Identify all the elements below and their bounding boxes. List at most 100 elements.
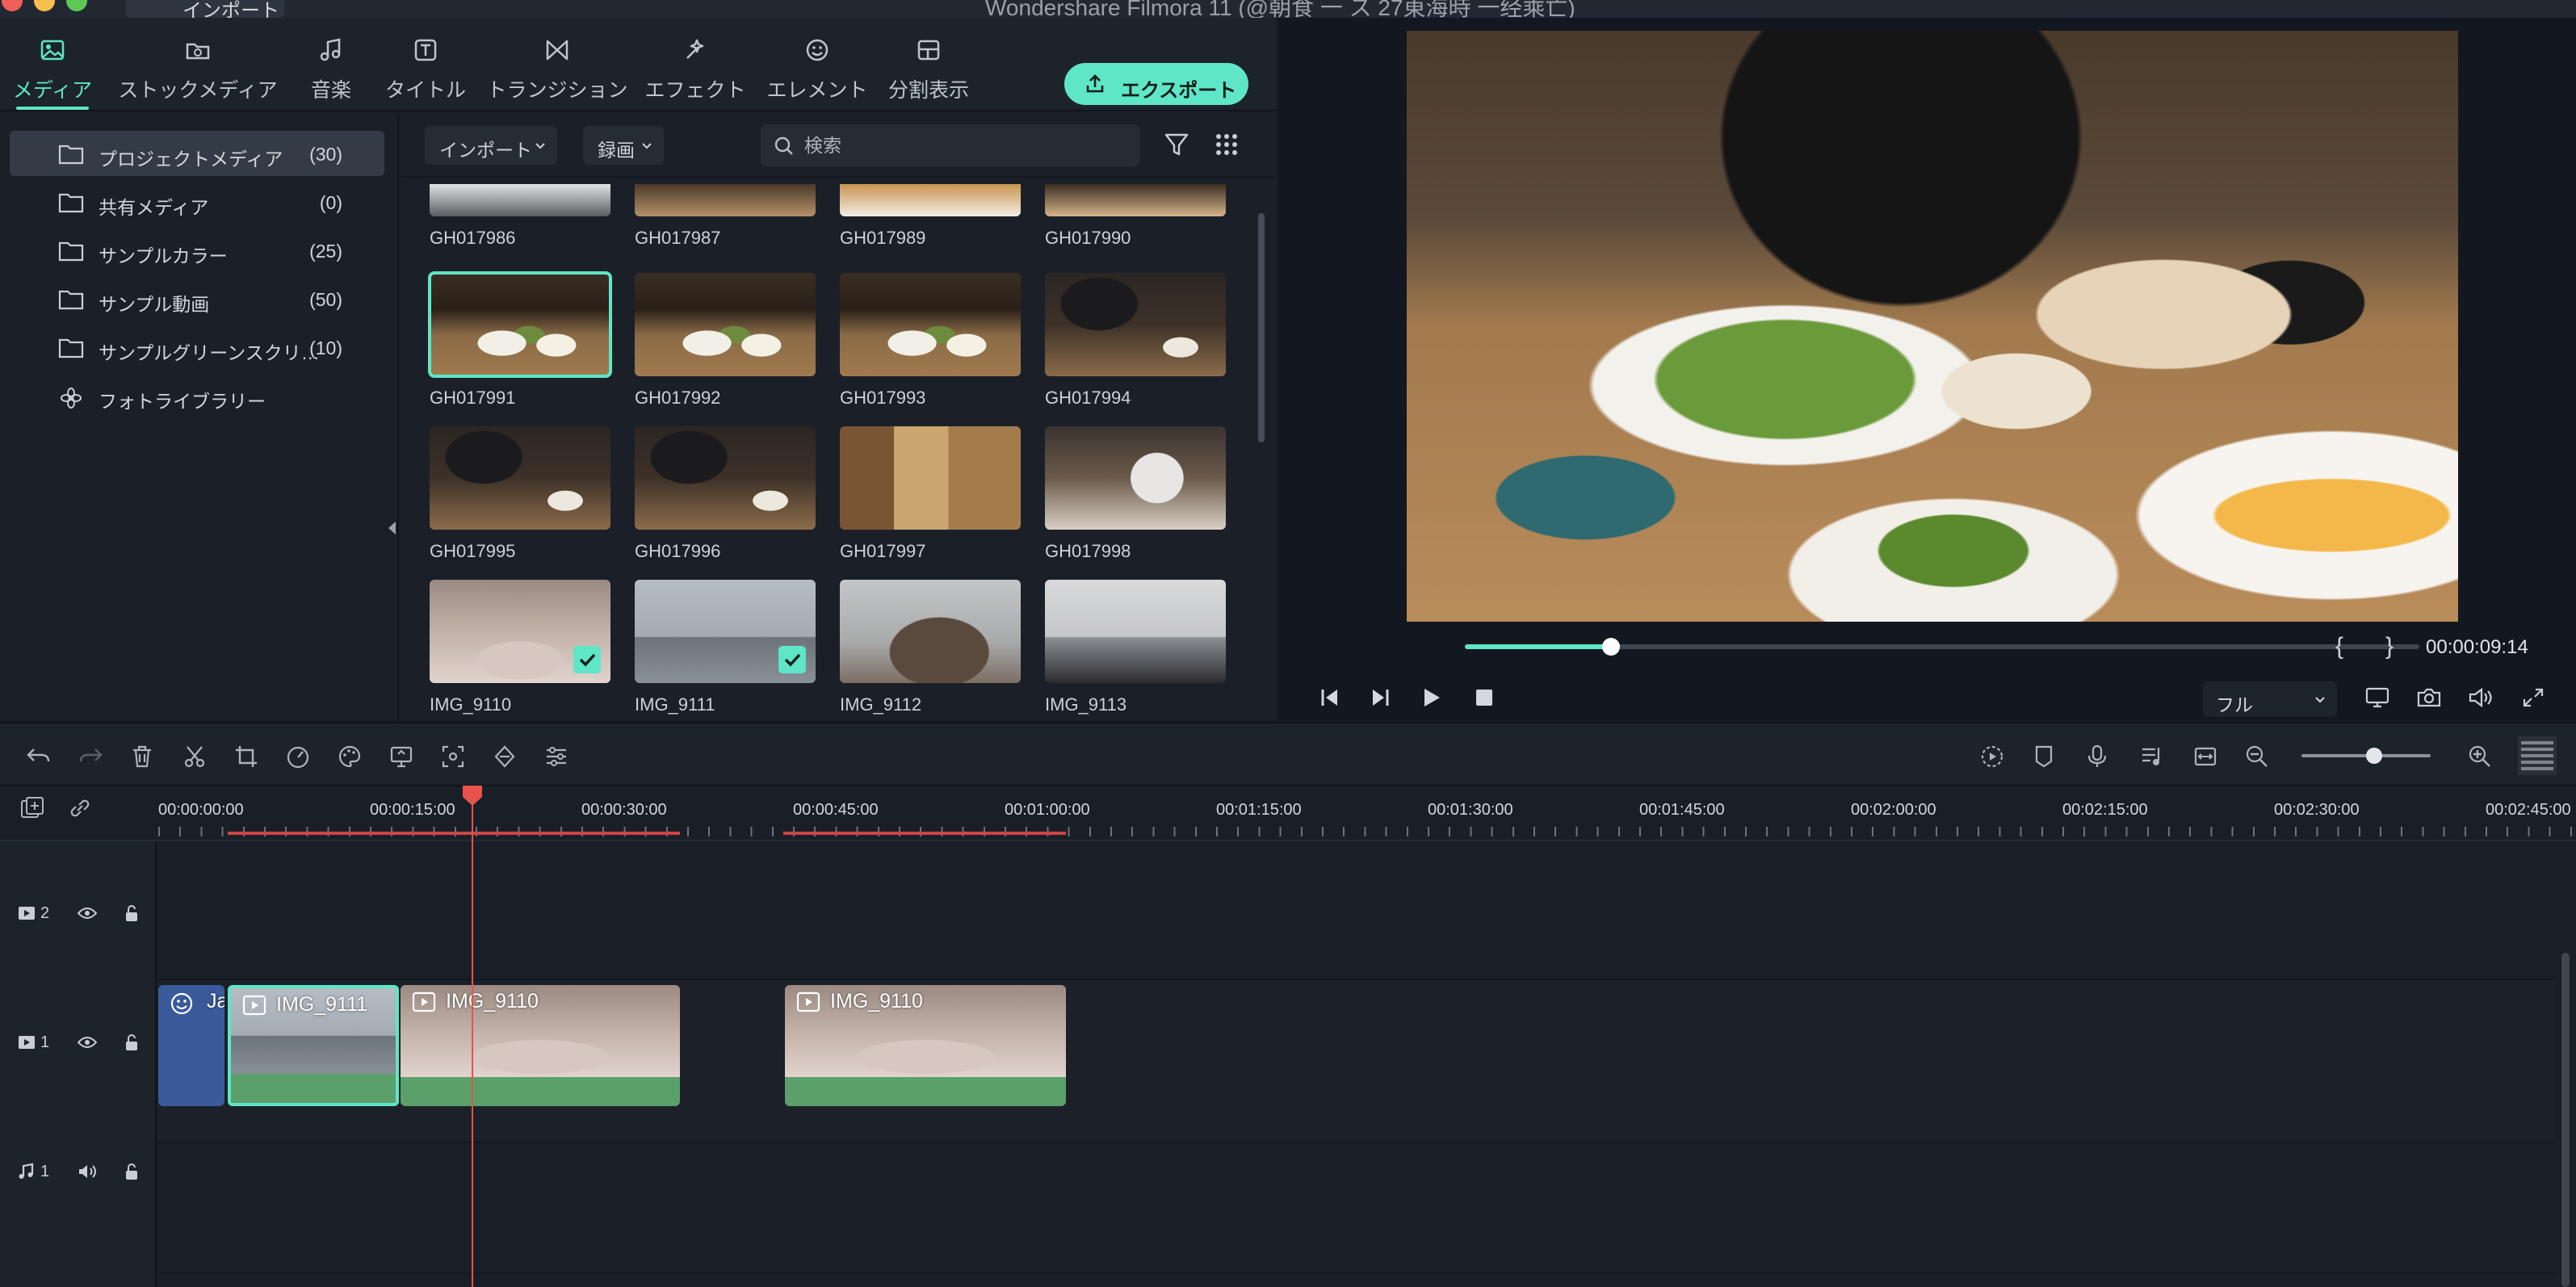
media-card[interactable]: GH017997 [840, 426, 1021, 562]
search-box [761, 124, 1140, 166]
tab-music[interactable]: 音楽 [296, 36, 367, 111]
tab-effects[interactable]: エフェクト [643, 36, 748, 111]
tab-stock-media[interactable]: ストックメディア [113, 36, 283, 111]
adjust-sliders-icon[interactable] [544, 744, 568, 769]
audio-mixer-icon[interactable] [2140, 744, 2164, 769]
track-settings-icon[interactable] [2518, 736, 2557, 775]
media-card[interactable]: GH017989 [840, 184, 1021, 249]
media-card[interactable]: GH017995 [430, 426, 610, 562]
export-button[interactable]: エクスポート [1064, 63, 1248, 105]
record-dropdown[interactable]: 録画 [583, 126, 664, 165]
folder-name: 共有メディア [99, 197, 209, 218]
close-window-button[interactable] [2, 0, 23, 11]
add-track-icon[interactable] [19, 796, 45, 820]
zoom-window-button[interactable] [66, 0, 87, 11]
tab-transitions-label: トランジション [486, 79, 628, 102]
media-card[interactable]: IMG_9113 [1045, 580, 1226, 715]
folder-sample-colors[interactable]: サンプルカラー (25) [10, 228, 384, 273]
play-icon[interactable] [1421, 686, 1442, 709]
timeline-clip-element[interactable]: Ja [158, 985, 224, 1106]
media-card[interactable]: GH017990 [1045, 184, 1226, 249]
collapse-panel-icon[interactable] [386, 520, 397, 536]
scrubber-handle[interactable] [1602, 638, 1620, 656]
zoom-in-icon[interactable] [2468, 744, 2492, 769]
media-thumbnail [840, 580, 1021, 683]
tab-transitions[interactable]: トランジション [485, 36, 630, 111]
tab-split-screen-label: 分割表示 [887, 79, 969, 102]
timeline-ruler[interactable]: 00:00:00:00 00:00:15:00 00:00:30:00 00:0… [0, 786, 2576, 841]
folder-photo-library[interactable]: フォトライブラリー [10, 373, 384, 418]
media-card[interactable]: GH017991 [428, 271, 612, 409]
timeline-scrollbar[interactable] [2561, 953, 2570, 1287]
eye-icon[interactable] [78, 1035, 97, 1050]
media-card[interactable]: GH017992 [635, 273, 816, 409]
split-screen-icon [917, 40, 940, 61]
track-lane-video-2[interactable] [158, 841, 2555, 980]
marker-icon[interactable] [2033, 744, 2054, 769]
tab-elements[interactable]: エレメント [762, 36, 872, 111]
step-forward-icon[interactable] [1368, 686, 1392, 709]
mark-out-button[interactable]: } [2385, 633, 2393, 660]
timeline-clip[interactable]: IMG_9110 [401, 985, 680, 1106]
search-input[interactable] [803, 132, 1126, 158]
media-card[interactable]: GH017998 [1045, 426, 1226, 562]
keyframe-icon[interactable] [493, 744, 517, 769]
folder-project-media[interactable]: プロジェクトメディア (30) [10, 131, 384, 176]
media-card[interactable]: GH017996 [635, 426, 816, 562]
tab-titles[interactable]: タイトル [381, 36, 470, 111]
undo-icon[interactable] [26, 744, 52, 767]
monitor-icon[interactable] [2364, 686, 2390, 709]
media-browser-scrollbar[interactable] [1258, 213, 1265, 442]
tab-split-screen[interactable]: 分割表示 [883, 36, 974, 111]
snapshot-camera-icon[interactable] [2416, 686, 2442, 709]
eye-icon[interactable] [78, 906, 97, 920]
fit-timeline-icon[interactable] [2193, 744, 2217, 769]
speaker-icon[interactable] [78, 1163, 97, 1180]
minimize-window-button[interactable] [34, 0, 55, 11]
media-card[interactable]: GH017994 [1045, 273, 1226, 409]
mark-in-button[interactable]: { [2335, 633, 2343, 660]
preview-quality-dropdown[interactable]: フル [2203, 681, 2337, 717]
media-card[interactable]: GH017987 [635, 184, 816, 249]
fullscreen-icon[interactable] [2521, 686, 2545, 709]
speed-icon[interactable] [286, 744, 310, 769]
media-card[interactable]: IMG_9111 [635, 580, 816, 715]
crop-icon[interactable] [234, 744, 258, 769]
green-screen-icon[interactable] [389, 744, 413, 769]
import-top-button[interactable]: インポート [126, 0, 284, 18]
lock-icon[interactable] [124, 904, 139, 922]
microphone-icon[interactable] [2087, 744, 2108, 769]
filter-icon[interactable] [1163, 131, 1190, 158]
lock-icon[interactable] [124, 1033, 139, 1051]
media-card[interactable]: GH017993 [840, 273, 1021, 409]
delete-icon[interactable] [131, 744, 153, 769]
folder-shared-media[interactable]: 共有メディア (0) [10, 179, 384, 224]
media-card[interactable]: IMG_9112 [840, 580, 1021, 715]
media-thumbnail [430, 426, 610, 530]
media-card[interactable]: IMG_9110 [430, 580, 610, 715]
folder-sample-green-screen[interactable]: サンプルグリーンスクリ… (10) [10, 325, 384, 370]
zoom-out-icon[interactable] [2245, 744, 2269, 769]
media-thumbnail [428, 271, 612, 378]
render-preview-icon[interactable] [1980, 744, 2004, 769]
media-thumbnail [635, 184, 816, 216]
timeline-clip-selected[interactable]: IMG_9111 [228, 985, 399, 1106]
clip-label: IMG_9111 [276, 993, 368, 1016]
playhead-handle[interactable] [460, 783, 485, 807]
volume-icon[interactable] [2468, 686, 2494, 709]
track-lane-audio-1[interactable] [158, 1145, 2555, 1274]
lock-icon[interactable] [124, 1163, 139, 1180]
import-dropdown[interactable]: インポート [425, 126, 557, 165]
timeline-clip[interactable]: IMG_9110 [785, 985, 1066, 1106]
folder-sample-videos[interactable]: サンプル動画 (50) [10, 276, 384, 321]
tab-media[interactable]: メディア [8, 36, 97, 111]
zoom-slider-handle[interactable] [2366, 748, 2382, 764]
color-palette-icon[interactable] [338, 744, 362, 769]
media-card[interactable]: GH017986 [430, 184, 610, 249]
stop-icon[interactable] [1475, 688, 1494, 707]
link-icon[interactable] [68, 796, 92, 820]
grid-view-icon[interactable] [1215, 132, 1239, 157]
step-back-icon[interactable] [1318, 686, 1342, 709]
cut-icon[interactable] [183, 744, 207, 769]
motion-tracking-icon[interactable] [441, 744, 465, 769]
